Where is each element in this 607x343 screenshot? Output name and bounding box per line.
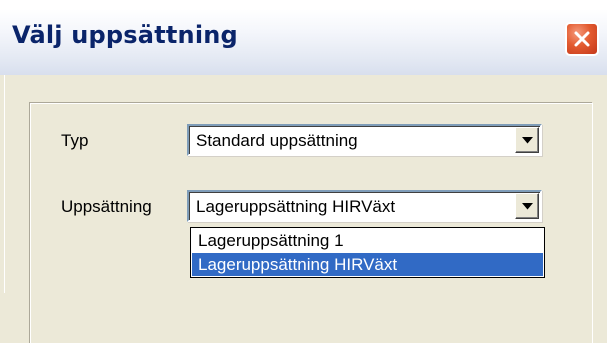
dropdown-option-selected[interactable]: Lageruppsättning HIRVäxt: [192, 253, 543, 276]
uppsattning-dropdown-list: Lageruppsättning 1 Lageruppsättning HIRV…: [190, 227, 545, 278]
close-icon: [574, 31, 590, 47]
window-title: Välj uppsättning: [12, 21, 238, 49]
typ-combobox[interactable]: Standard uppsättning: [187, 124, 542, 156]
uppsattning-combobox[interactable]: Lageruppsättning HIRVäxt: [187, 190, 542, 222]
uppsattning-dropdown-button[interactable]: [515, 193, 539, 219]
chevron-down-icon: [522, 203, 533, 210]
title-bar[interactable]: Välj uppsättning: [0, 9, 607, 75]
chevron-down-icon: [522, 137, 533, 144]
typ-dropdown-button[interactable]: [515, 127, 539, 153]
uppsattning-value: Lageruppsättning HIRVäxt: [196, 197, 396, 216]
typ-label: Typ: [61, 131, 89, 150]
typ-value: Standard uppsättning: [196, 131, 358, 150]
top-edge: [0, 0, 607, 9]
close-button[interactable]: [565, 22, 599, 56]
dropdown-option[interactable]: Lageruppsättning 1: [192, 229, 543, 252]
uppsattning-label: Uppsättning: [61, 197, 152, 216]
